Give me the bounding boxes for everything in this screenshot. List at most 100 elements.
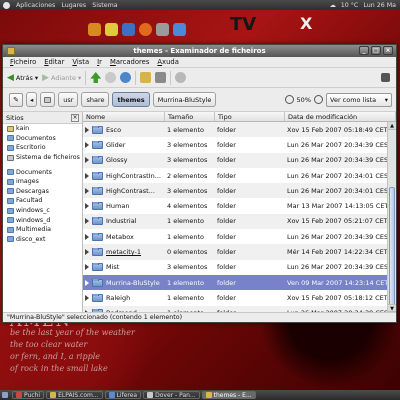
menu-editar[interactable]: Editar: [44, 58, 64, 66]
window-titlebar[interactable]: themes - Examinador de ficheiros _ □ ×: [3, 45, 396, 57]
maximize-button[interactable]: □: [371, 46, 381, 55]
view-mode-select[interactable]: Ver como lista ▾: [326, 92, 392, 107]
table-row[interactable]: Human 4 elementos folder Mar 13 Mar 2007 14…: [83, 198, 396, 213]
path-root-button[interactable]: [40, 92, 56, 107]
menu-sistema[interactable]: Sistema: [92, 2, 117, 9]
sidebar-item-windows-c[interactable]: windows_c: [3, 206, 82, 216]
taskbar-button[interactable]: ELPAIS.com...: [46, 391, 103, 399]
table-row[interactable]: metacity-1 0 elementos folder Mér 14 Feb 20…: [83, 244, 396, 260]
table-row[interactable]: Mist 3 elementos folder Lun 26 Mar 2007 20:…: [83, 260, 396, 275]
taskbar-button[interactable]: Dover - Pan...: [143, 391, 200, 399]
column-header-type[interactable]: Tipo: [215, 112, 285, 121]
close-button[interactable]: ×: [383, 46, 393, 55]
expander-icon[interactable]: [85, 279, 89, 286]
column-header-name[interactable]: Nome: [83, 112, 165, 121]
expander-icon[interactable]: [85, 187, 89, 194]
folder-window-icon[interactable]: [7, 47, 15, 55]
launcher-icon[interactable]: [173, 23, 186, 36]
launcher-icon[interactable]: [105, 23, 118, 36]
search-icon[interactable]: [175, 72, 187, 83]
weather-icon[interactable]: ☁: [329, 2, 335, 9]
forward-dropdown-icon[interactable]: ▾: [78, 74, 81, 82]
row-name: Mist: [106, 263, 120, 272]
path-share-button[interactable]: share: [81, 92, 110, 107]
sidebar-item-disco-ext[interactable]: disco_ext: [3, 235, 82, 245]
sidebar-close-icon[interactable]: ×: [71, 113, 79, 122]
sidebar-item-filesystem[interactable]: Sistema de ficheiros: [3, 153, 82, 163]
scroll-up-icon[interactable]: ▲: [388, 122, 396, 130]
table-row[interactable]: Murrina-BluStyle 1 elemento folder Ven 09 M…: [83, 274, 396, 291]
sidebar-item-documents[interactable]: Documents: [3, 167, 82, 177]
launcher-icon[interactable]: [88, 23, 101, 36]
expander-icon[interactable]: [85, 218, 89, 225]
path-themes-button[interactable]: themes: [112, 92, 150, 107]
table-row[interactable]: Glider 3 elementos folder Lun 26 Mar 2007 2…: [83, 137, 396, 152]
back-button[interactable]: ◀ Atrás ▾: [7, 73, 38, 83]
table-row[interactable]: Glossy 3 elementos folder Lun 26 Mar 2007 2…: [83, 152, 396, 168]
vertical-scrollbar[interactable]: ▲ ▼: [387, 122, 396, 312]
expander-icon[interactable]: [85, 157, 89, 164]
zoom-out-icon[interactable]: [284, 95, 294, 104]
taskbar-button[interactable]: themes - E...: [201, 391, 256, 399]
taskbar-button[interactable]: Puchi: [12, 391, 45, 399]
sidebar-item-escritorio[interactable]: Escritorio: [3, 143, 82, 153]
computer-icon[interactable]: [155, 72, 167, 83]
clock[interactable]: Lun 26 Ma: [363, 2, 396, 9]
expander-icon[interactable]: [85, 249, 89, 256]
sidebar-item-kain[interactable]: kain: [3, 124, 82, 134]
column-header-size[interactable]: Tamaño: [165, 112, 215, 121]
sidebar-title[interactable]: Sitios: [6, 114, 24, 122]
firefox-icon[interactable]: [139, 23, 152, 36]
sidebar-item-facultad[interactable]: Facultad: [3, 196, 82, 206]
zoom-level[interactable]: 50%: [297, 96, 311, 104]
expander-icon[interactable]: [85, 172, 89, 179]
back-dropdown-icon[interactable]: ▾: [35, 74, 38, 82]
column-header-date[interactable]: Data de modificación: [285, 112, 396, 121]
folder-icon: [7, 135, 14, 142]
scroll-down-icon[interactable]: ▼: [388, 304, 396, 312]
minimize-button[interactable]: _: [359, 46, 369, 55]
expander-icon[interactable]: [85, 294, 89, 301]
menu-vista[interactable]: Vista: [72, 58, 89, 66]
menu-marcadores[interactable]: Marcadores: [110, 58, 149, 66]
show-desktop-icon[interactable]: [2, 392, 8, 398]
launcher-icon[interactable]: [156, 23, 169, 36]
home-icon[interactable]: [140, 72, 152, 83]
path-usr-button[interactable]: usr: [58, 92, 79, 107]
expander-icon[interactable]: [85, 126, 89, 133]
expander-icon[interactable]: [85, 141, 89, 148]
table-row[interactable]: Industrial 1 elemento folder Xov 15 Feb 200…: [83, 213, 396, 230]
table-row[interactable]: Metabox 1 elemento folder Lun 26 Mar 2007 2…: [83, 229, 396, 244]
table-row[interactable]: HighContrast... 3 elementos folder Lun 26 M…: [83, 183, 396, 199]
sidebar-item-descargas[interactable]: Descargas: [3, 187, 82, 197]
launcher-icon[interactable]: [122, 23, 135, 36]
up-arrow-icon[interactable]: [90, 72, 102, 83]
table-row[interactable]: Raleigh 1 elemento folder Xov 15 Feb 2007 0…: [83, 290, 396, 305]
zoom-in-icon[interactable]: [314, 95, 323, 104]
location-toggle-icon[interactable]: ✎: [9, 92, 23, 107]
row-size: 3 elementos: [167, 156, 208, 165]
sidebar-item-documentos[interactable]: Documentos: [3, 134, 82, 144]
sidebar-item-windows-d[interactable]: windows_d: [3, 215, 82, 225]
sidebar-header[interactable]: Sitios ×: [3, 112, 82, 124]
forward-button[interactable]: ▶ Adiante ▾: [42, 73, 81, 83]
menu-aplicaciones[interactable]: Aplicaciones: [16, 2, 55, 9]
sidebar-item-multimedia[interactable]: Multimedia: [3, 225, 82, 235]
gnome-foot-icon[interactable]: [3, 1, 10, 9]
stop-icon[interactable]: [105, 72, 117, 83]
table-row[interactable]: HighContrastIn... 2 elementos folder Lun 26…: [83, 168, 396, 183]
scrollbar-thumb[interactable]: [389, 187, 395, 307]
sidebar-item-images[interactable]: images: [3, 177, 82, 187]
menu-ficheiro[interactable]: Ficheiro: [10, 58, 36, 66]
path-left-arrow-button[interactable]: ◂: [26, 92, 38, 107]
expander-icon[interactable]: [85, 264, 89, 271]
taskbar-button[interactable]: Liferea: [104, 391, 142, 399]
menu-lugares[interactable]: Lugares: [61, 2, 86, 9]
menu-ir[interactable]: Ir: [97, 58, 102, 66]
expander-icon[interactable]: [85, 203, 89, 210]
reload-icon[interactable]: [120, 72, 132, 83]
path-murrina-button[interactable]: Murrina-BluStyle: [152, 92, 217, 107]
menu-axuda[interactable]: Axuda: [157, 58, 178, 66]
table-row[interactable]: Esco 1 elemento folder Xov 15 Feb 2007 05:1…: [83, 122, 396, 138]
expander-icon[interactable]: [85, 233, 89, 240]
